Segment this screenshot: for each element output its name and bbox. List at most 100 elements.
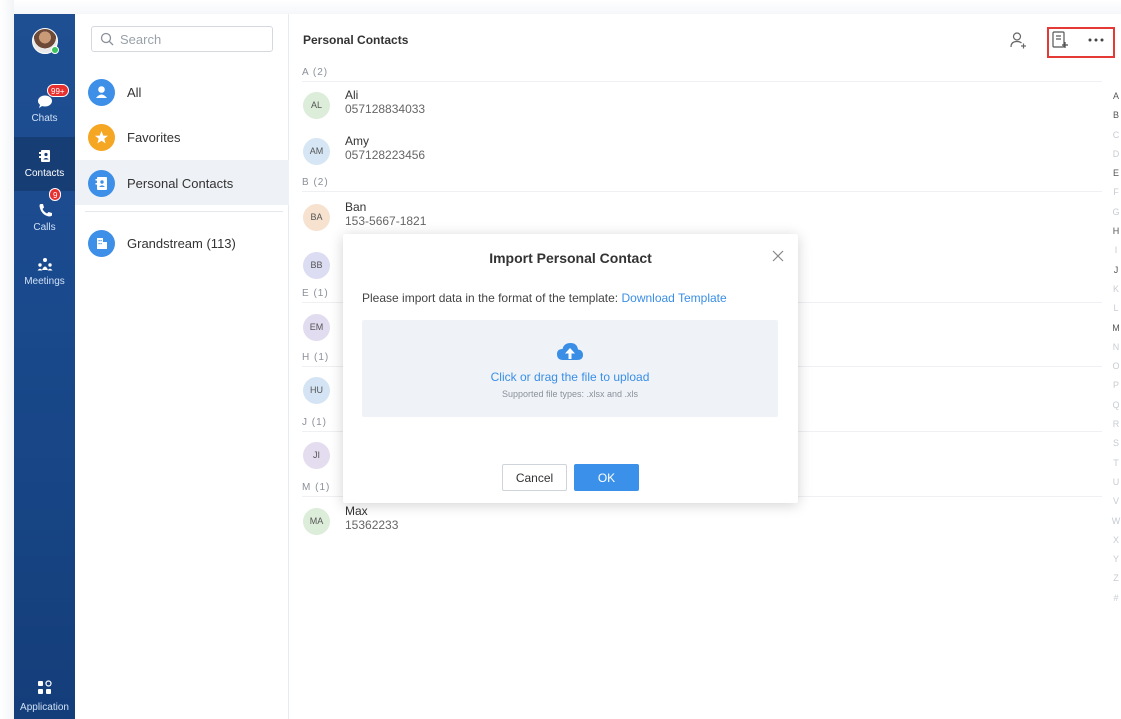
- upload-instruction: Click or drag the file to upload: [490, 370, 650, 384]
- contacts-book-icon: [39, 150, 50, 162]
- alphabet-letter[interactable]: H: [1111, 222, 1121, 241]
- contact-number: 153-5667-1821: [345, 214, 427, 228]
- contact-avatar: AM: [303, 138, 330, 165]
- alphabet-letter[interactable]: A: [1111, 87, 1121, 106]
- window-top-edge: [0, 0, 1121, 14]
- meetings-people-icon: [37, 258, 53, 271]
- nav-chats-label: Chats: [31, 113, 58, 124]
- nav-contacts-label: Contacts: [24, 168, 65, 179]
- contact-row[interactable]: MA Max 15362233: [302, 502, 1102, 546]
- contact-row[interactable]: AM Amy 057128223456: [302, 132, 1102, 176]
- alphabet-letter[interactable]: N: [1111, 338, 1121, 357]
- contact-row[interactable]: AL Ali 057128834033: [302, 86, 1102, 130]
- section-header-a: A (2): [302, 67, 329, 78]
- category-grandstream-label: Grandstream (113): [127, 236, 236, 251]
- contact-avatar: BB: [303, 252, 330, 279]
- window-left-edge: [0, 0, 14, 719]
- alphabet-letter[interactable]: C: [1111, 126, 1121, 145]
- more-options-icon[interactable]: [1086, 30, 1106, 50]
- alphabet-letter[interactable]: #: [1111, 589, 1121, 608]
- contact-number: 15362233: [345, 518, 399, 532]
- alphabet-letter[interactable]: O: [1111, 357, 1121, 376]
- search-box[interactable]: [91, 26, 273, 52]
- category-all[interactable]: All: [75, 69, 289, 114]
- alphabet-letter[interactable]: M: [1111, 319, 1121, 338]
- alphabet-letter[interactable]: U: [1111, 473, 1121, 492]
- nav-application[interactable]: Application: [14, 675, 75, 719]
- add-contact-icon[interactable]: [1008, 30, 1028, 50]
- category-personal-contacts-label: Personal Contacts: [127, 176, 234, 191]
- nav-rail: 99+ Chats Contacts 9 Calls Meetings Appl…: [14, 14, 75, 719]
- alphabet-letter[interactable]: J: [1111, 261, 1121, 280]
- nav-application-label: Application: [20, 702, 69, 713]
- alphabet-letter[interactable]: G: [1111, 203, 1121, 222]
- dialog-title: Import Personal Contact: [489, 250, 652, 266]
- contact-avatar: JI: [303, 442, 330, 469]
- alphabet-letter[interactable]: I: [1111, 241, 1121, 260]
- alphabet-letter[interactable]: E: [1111, 164, 1121, 183]
- building-icon: [88, 230, 115, 257]
- calls-badge: 9: [49, 188, 62, 201]
- contact-avatar: BA: [303, 204, 330, 231]
- category-favorites-label: Favorites: [127, 130, 181, 145]
- alphabet-letter[interactable]: Z: [1111, 569, 1121, 588]
- ok-button[interactable]: OK: [574, 464, 639, 491]
- import-contact-dialog: Import Personal Contact Please import da…: [343, 234, 798, 503]
- contact-avatar: AL: [303, 92, 330, 119]
- search-input[interactable]: [120, 30, 266, 48]
- alphabet-index: A B C D E F G H I J K L M N O P Q R S T U V W X Y Z #: [1111, 87, 1121, 608]
- category-grandstream[interactable]: Grandstream (113): [75, 220, 289, 265]
- alphabet-letter[interactable]: P: [1111, 376, 1121, 395]
- alphabet-letter[interactable]: B: [1111, 106, 1121, 125]
- phone-icon: [39, 204, 52, 217]
- contact-avatar: MA: [303, 508, 330, 535]
- alphabet-letter[interactable]: Y: [1111, 550, 1121, 569]
- section-header-h: H (1): [302, 352, 330, 363]
- contact-number: 057128834033: [345, 102, 426, 116]
- alphabet-letter[interactable]: R: [1111, 415, 1121, 434]
- contact-name: Ban: [345, 200, 367, 214]
- close-icon[interactable]: [770, 248, 786, 264]
- user-avatar[interactable]: [32, 28, 59, 54]
- contact-card-icon: [88, 170, 115, 197]
- section-header-m: M (1): [302, 482, 331, 493]
- contact-number: 057128223456: [345, 148, 426, 162]
- nav-calls[interactable]: 9 Calls: [14, 188, 75, 245]
- alphabet-letter[interactable]: L: [1111, 299, 1121, 318]
- all-person-icon: [88, 79, 115, 106]
- description-text: Please import data in the format of the …: [362, 291, 619, 305]
- category-all-label: All: [127, 85, 142, 100]
- nav-chats[interactable]: 99+ Chats: [14, 82, 75, 136]
- alphabet-letter[interactable]: D: [1111, 145, 1121, 164]
- alphabet-letter[interactable]: Q: [1111, 396, 1121, 415]
- contact-avatar: EM: [303, 314, 330, 341]
- download-template-link[interactable]: Download Template: [621, 291, 726, 305]
- alphabet-letter[interactable]: T: [1111, 454, 1121, 473]
- contacts-category-panel: All Favorites Personal Contacts Grandstr…: [75, 14, 289, 719]
- contact-name: Max: [345, 504, 368, 518]
- dialog-description: Please import data in the format of the …: [362, 291, 727, 305]
- page-title: Personal Contacts: [303, 33, 409, 47]
- nav-calls-label: Calls: [33, 222, 56, 233]
- import-contact-icon[interactable]: [1050, 30, 1070, 50]
- nav-meetings-label: Meetings: [24, 276, 65, 287]
- alphabet-letter[interactable]: F: [1111, 183, 1121, 202]
- app-grid-icon: [38, 680, 52, 694]
- contact-avatar: HU: [303, 377, 330, 404]
- alphabet-letter[interactable]: W: [1111, 512, 1121, 531]
- contact-name: Ali: [345, 88, 359, 102]
- upload-file-types: Supported file types: .xlsx and .xls: [501, 389, 639, 399]
- nav-meetings[interactable]: Meetings: [14, 245, 75, 299]
- cancel-button[interactable]: Cancel: [502, 464, 567, 491]
- alphabet-letter[interactable]: K: [1111, 280, 1121, 299]
- alphabet-letter[interactable]: V: [1111, 492, 1121, 511]
- nav-contacts[interactable]: Contacts: [14, 137, 75, 191]
- section-divider: [302, 81, 1102, 82]
- upload-dropzone[interactable]: Click or drag the file to upload Support…: [362, 320, 778, 417]
- section-header-e: E (1): [302, 288, 329, 299]
- alphabet-letter[interactable]: X: [1111, 531, 1121, 550]
- alphabet-letter[interactable]: S: [1111, 434, 1121, 453]
- online-status-dot: [51, 46, 59, 54]
- category-personal-contacts[interactable]: Personal Contacts: [75, 160, 289, 205]
- category-favorites[interactable]: Favorites: [75, 114, 289, 159]
